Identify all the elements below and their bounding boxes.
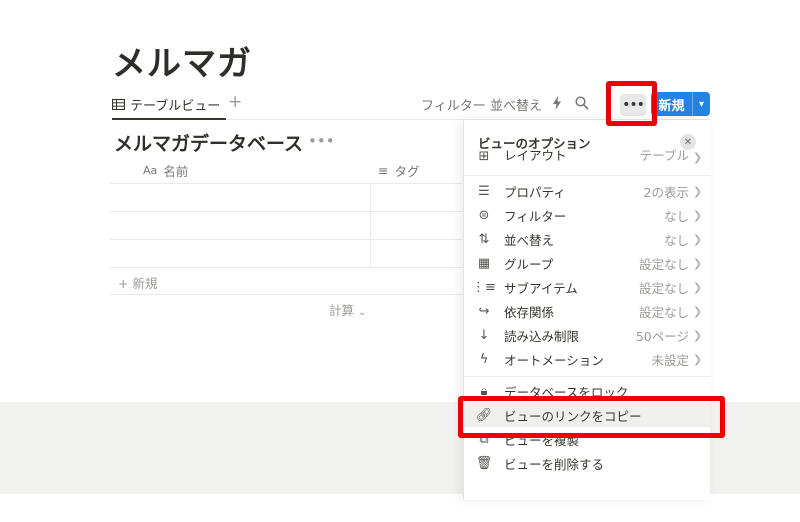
search-icon[interactable]	[575, 96, 589, 110]
list-icon: ☰	[478, 183, 490, 199]
menu-item-label: オートメーション	[504, 352, 604, 368]
new-button[interactable]: 新規 ▾	[651, 92, 710, 116]
table-icon	[112, 98, 125, 110]
table-row[interactable]	[110, 211, 463, 212]
menu-item-label: ビューを削除する	[504, 456, 605, 472]
menu-item-group[interactable]: ▦ グループ 設定なし ❯	[464, 251, 710, 275]
menu-item-label: レイアウト	[504, 148, 567, 163]
menu-item-value: 設定なし	[638, 304, 689, 320]
chevron-right-icon: ❯	[693, 304, 703, 318]
column-header-name[interactable]: Aa 名前	[143, 161, 188, 180]
text-property-icon: Aa	[143, 164, 158, 177]
calculate-button[interactable]: 計算 ⌄	[329, 300, 366, 319]
column-label: タグ	[394, 164, 420, 179]
menu-item-label: ビューを複製	[504, 432, 580, 448]
layout-icon: ⊞	[478, 149, 490, 164]
page-title: メルマガ	[112, 44, 252, 84]
chevron-down-icon: ⌄	[358, 307, 367, 318]
database-more-icon[interactable]: •••	[308, 132, 335, 150]
chevron-right-icon: ❯	[693, 280, 703, 294]
menu-item-value: なし	[663, 208, 689, 224]
chevron-right-icon: ❯	[693, 256, 703, 270]
filter-button[interactable]: フィルター	[421, 95, 486, 114]
menu-item-sort[interactable]: ⇅ 並べ替え なし ❯	[464, 227, 710, 251]
table-row[interactable]	[110, 267, 463, 268]
lightning-icon: ϟ	[479, 351, 489, 367]
menu-item-label: サブアイテム	[504, 280, 578, 296]
menu-divider	[464, 175, 710, 176]
menu-item-label: フィルター	[504, 208, 567, 224]
menu-item-lock-database[interactable]: 🔒︎ データベースをロック	[464, 379, 710, 403]
add-view-button[interactable]: +	[228, 92, 242, 112]
duplicate-icon: ⧉	[479, 431, 489, 447]
chevron-right-icon: ❯	[693, 208, 703, 222]
tab-table-view[interactable]: テーブルビュー	[112, 90, 227, 120]
table-divider	[110, 183, 463, 184]
column-divider	[370, 183, 371, 267]
menu-item-duplicate-view[interactable]: ⧉ ビューを複製	[464, 427, 710, 451]
menu-item-label: プロパティ	[504, 184, 566, 200]
link-icon: 🔗︎	[475, 407, 493, 423]
menu-item-value: 設定なし	[638, 256, 689, 272]
menu-item-automation[interactable]: ϟ オートメーション 未設定 ❯	[464, 347, 710, 371]
more-options-button[interactable]: •••	[620, 94, 646, 116]
menu-item-label: グループ	[504, 256, 554, 272]
menu-item-load-limit[interactable]: ↓ 読み込み制限 50ページ ❯	[464, 323, 710, 347]
column-header-tag[interactable]: ≡ タグ	[378, 161, 420, 180]
menu-item-properties[interactable]: ☰ プロパティ 2の表示 ❯	[464, 179, 710, 203]
menu-item-label: データベースをロック	[504, 384, 629, 400]
chevron-right-icon: ❯	[693, 184, 703, 198]
menu-item-label: 読み込み制限	[504, 328, 580, 344]
menu-item-copy-link[interactable]: 🔗︎ ビューのリンクをコピー	[464, 403, 710, 427]
menu-item-layout[interactable]: ⊞ レイアウト テーブル ❯	[464, 146, 710, 164]
menu-item-value: 50ページ	[635, 328, 689, 344]
table-divider	[110, 294, 463, 295]
dependency-arrow-icon: ↪	[478, 303, 490, 319]
lock-icon: 🔒︎	[480, 383, 488, 399]
add-row-button[interactable]: + 新規	[118, 273, 157, 292]
filter-icon: ⊜	[478, 207, 490, 223]
subitems-icon: ⋮≡	[472, 279, 496, 295]
arrow-down-icon: ↓	[478, 327, 490, 343]
chevron-right-icon: ❯	[693, 232, 703, 246]
menu-item-value: 2の表示	[643, 184, 689, 200]
view-options-menu: ビューのオプション ✕ ⊞ レイアウト テーブル ❯ ☰ プロパティ 2の表示 …	[463, 120, 710, 500]
menu-item-delete-view[interactable]: 🗑︎ ビューを削除する	[464, 451, 710, 475]
menu-item-label: ビューのリンクをコピー	[504, 408, 642, 424]
tab-label: テーブルビュー	[130, 98, 221, 114]
column-label: 名前	[163, 164, 189, 179]
new-button-label: 新規	[658, 98, 685, 114]
chevron-right-icon: ❯	[693, 352, 703, 366]
menu-item-value: 設定なし	[638, 280, 689, 296]
menu-item-value: 未設定	[651, 352, 689, 368]
chevron-down-icon[interactable]: ▾	[693, 99, 710, 110]
menu-item-dependencies[interactable]: ↪ 依存関係 設定なし ❯	[464, 299, 710, 323]
sort-button[interactable]: 並べ替え	[490, 95, 542, 114]
table-row[interactable]	[110, 239, 463, 240]
menu-item-label: 並べ替え	[504, 232, 555, 248]
sort-icon: ⇅	[478, 231, 490, 247]
database-title: メルマガデータベース	[114, 133, 304, 155]
list-property-icon: ≡	[378, 163, 389, 178]
chevron-right-icon: ❯	[693, 151, 703, 164]
trash-icon: 🗑︎	[475, 455, 493, 471]
chevron-right-icon: ❯	[693, 328, 703, 342]
menu-item-value: テーブル	[639, 148, 689, 163]
group-icon: ▦	[477, 255, 491, 271]
menu-item-filter[interactable]: ⊜ フィルター なし ❯	[464, 203, 710, 227]
menu-item-subitems[interactable]: ⋮≡ サブアイテム 設定なし ❯	[464, 275, 710, 299]
calculate-label: 計算	[329, 303, 355, 318]
menu-divider	[464, 376, 710, 377]
menu-item-value: なし	[663, 232, 689, 248]
lightning-icon[interactable]	[552, 96, 562, 110]
menu-item-label: 依存関係	[504, 304, 555, 320]
